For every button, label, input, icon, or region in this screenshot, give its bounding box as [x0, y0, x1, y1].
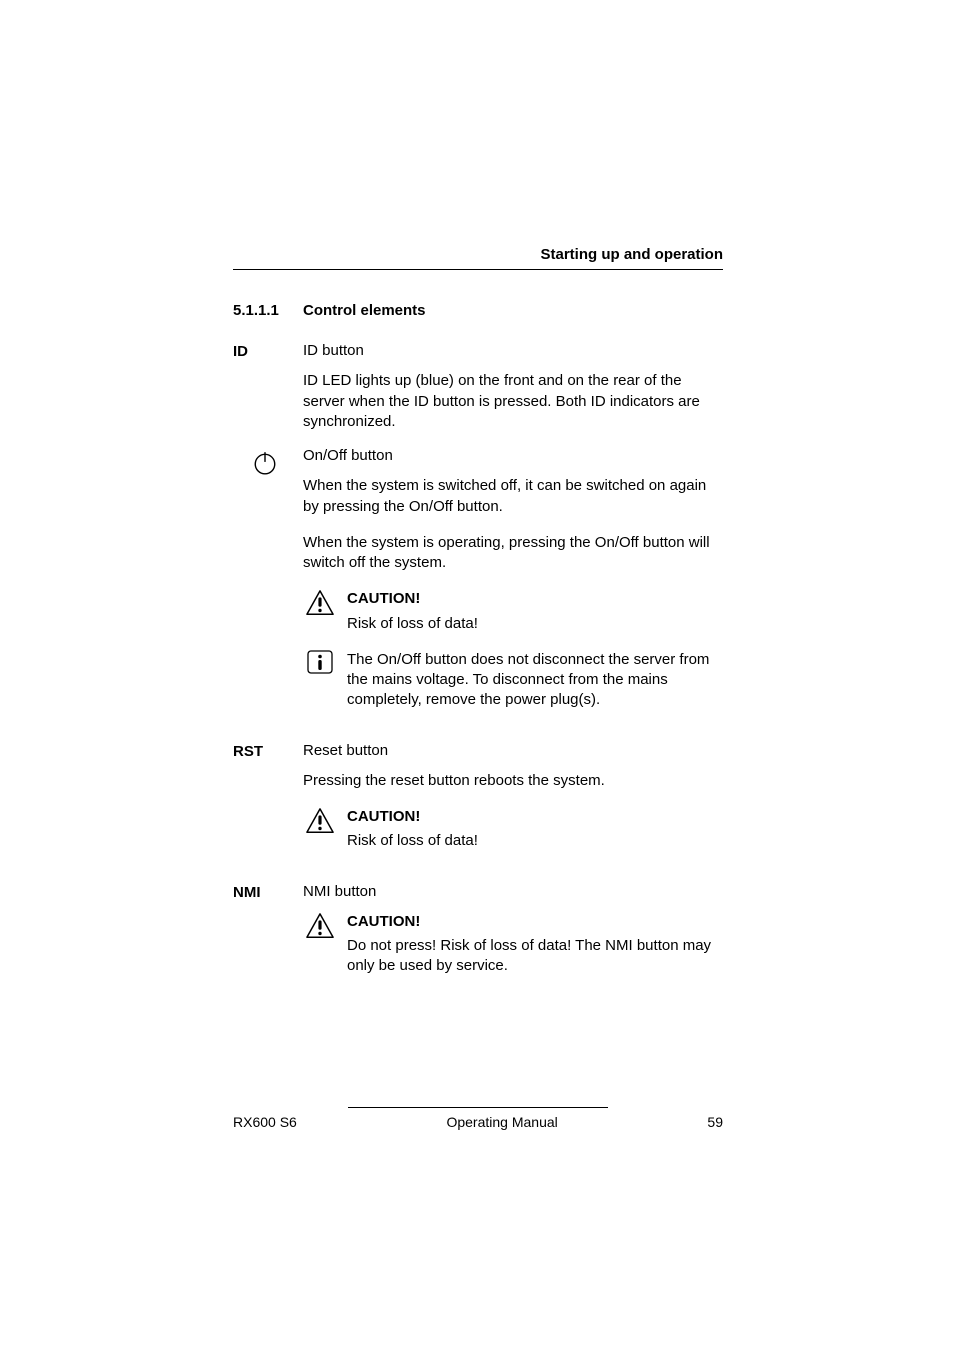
running-header: Starting up and operation	[233, 246, 723, 263]
footer-model: RX600 S6	[233, 1114, 297, 1130]
nmi-caution-body: Do not press! Risk of loss of data! The …	[347, 936, 723, 977]
info-icon	[307, 650, 333, 674]
onoff-info: The On/Off button does not disconnect th…	[303, 650, 723, 711]
onoff-info-body: The On/Off button does not disconnect th…	[347, 650, 723, 711]
page-footer: RX600 S6 Operating Manual 59	[233, 1107, 723, 1130]
rst-description: Pressing the reset button reboots the sy…	[303, 771, 723, 791]
onoff-caution: CAUTION! Risk of loss of data!	[303, 589, 723, 634]
footer-title: Operating Manual	[297, 1114, 708, 1130]
section-title: Control elements	[303, 302, 426, 319]
label-nmi: NMI	[233, 882, 297, 993]
onoff-caution-head: CAUTION!	[347, 589, 723, 609]
caution-icon	[305, 589, 335, 617]
footer-rule	[348, 1107, 608, 1108]
rst-caution: CAUTION! Risk of loss of data!	[303, 807, 723, 852]
rst-caution-body: Risk of loss of data!	[347, 831, 723, 851]
label-id: ID	[233, 341, 297, 432]
label-onoff	[233, 446, 297, 727]
power-icon	[252, 450, 278, 476]
onoff-paragraph-1: When the system is switched off, it can …	[303, 476, 723, 517]
onoff-caution-body: Risk of loss of data!	[347, 614, 723, 634]
onoff-paragraph-2: When the system is operating, pressing t…	[303, 533, 723, 574]
nmi-caution-head: CAUTION!	[347, 912, 723, 932]
id-title: ID button	[303, 341, 723, 361]
caution-icon	[305, 912, 335, 940]
label-rst: RST	[233, 741, 297, 868]
rst-title: Reset button	[303, 741, 723, 761]
onoff-title: On/Off button	[303, 446, 723, 466]
id-description: ID LED lights up (blue) on the front and…	[303, 371, 723, 432]
nmi-caution: CAUTION! Do not press! Risk of loss of d…	[303, 912, 723, 977]
rst-caution-head: CAUTION!	[347, 807, 723, 827]
nmi-title: NMI button	[303, 882, 723, 902]
caution-icon	[305, 807, 335, 835]
footer-page: 59	[707, 1114, 723, 1130]
header-rule	[233, 269, 723, 270]
section-number: 5.1.1.1	[233, 302, 285, 319]
